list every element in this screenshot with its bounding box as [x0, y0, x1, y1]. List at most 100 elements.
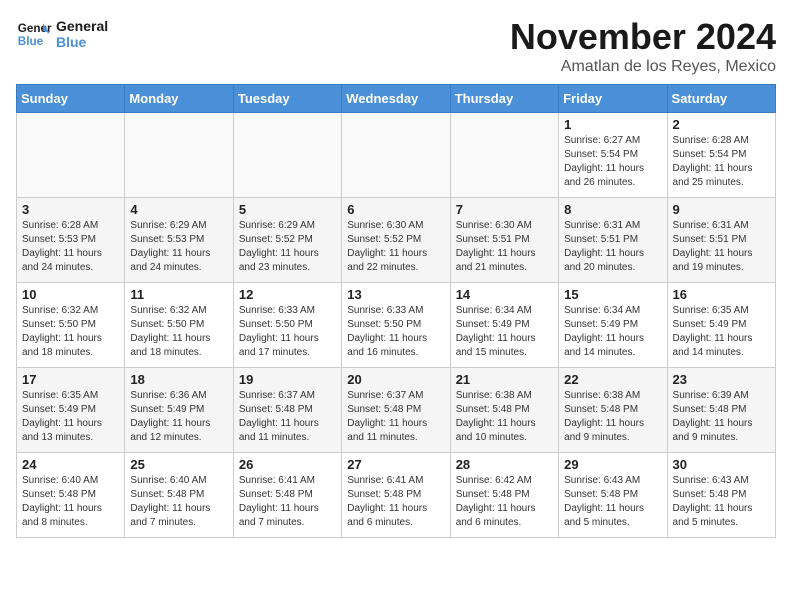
day-info: Sunrise: 6:35 AM Sunset: 5:49 PM Dayligh…: [673, 304, 770, 360]
calendar-day-cell: 21 Sunrise: 6:38 AM Sunset: 5:48 PM Dayli…: [450, 368, 558, 453]
day-number: 21: [456, 372, 553, 387]
day-info: Sunrise: 6:41 AM Sunset: 5:48 PM Dayligh…: [347, 474, 444, 530]
calendar-day-cell: 20 Sunrise: 6:37 AM Sunset: 5:48 PM Dayli…: [342, 368, 450, 453]
calendar-day-cell: 4 Sunrise: 6:29 AM Sunset: 5:53 PM Daylig…: [125, 198, 233, 283]
day-info: Sunrise: 6:27 AM Sunset: 5:54 PM Dayligh…: [564, 134, 661, 190]
day-number: 6: [347, 202, 444, 217]
logo-general: General: [56, 18, 108, 34]
calendar-day-cell: 5 Sunrise: 6:29 AM Sunset: 5:52 PM Daylig…: [233, 198, 341, 283]
day-of-week-header: Sunday: [17, 85, 125, 113]
calendar-day-cell: [17, 113, 125, 198]
day-number: 2: [673, 117, 770, 132]
day-info: Sunrise: 6:32 AM Sunset: 5:50 PM Dayligh…: [130, 304, 227, 360]
calendar-day-cell: 9 Sunrise: 6:31 AM Sunset: 5:51 PM Daylig…: [667, 198, 775, 283]
day-number: 16: [673, 287, 770, 302]
day-number: 13: [347, 287, 444, 302]
day-info: Sunrise: 6:41 AM Sunset: 5:48 PM Dayligh…: [239, 474, 336, 530]
day-info: Sunrise: 6:40 AM Sunset: 5:48 PM Dayligh…: [22, 474, 119, 530]
day-info: Sunrise: 6:35 AM Sunset: 5:49 PM Dayligh…: [22, 389, 119, 445]
calendar-day-cell: 16 Sunrise: 6:35 AM Sunset: 5:49 PM Dayli…: [667, 283, 775, 368]
day-info: Sunrise: 6:29 AM Sunset: 5:52 PM Dayligh…: [239, 219, 336, 275]
day-info: Sunrise: 6:34 AM Sunset: 5:49 PM Dayligh…: [456, 304, 553, 360]
day-number: 20: [347, 372, 444, 387]
day-of-week-header: Thursday: [450, 85, 558, 113]
day-number: 10: [22, 287, 119, 302]
calendar-day-cell: [450, 113, 558, 198]
calendar-table: SundayMondayTuesdayWednesdayThursdayFrid…: [16, 84, 776, 538]
day-number: 9: [673, 202, 770, 217]
calendar-day-cell: 25 Sunrise: 6:40 AM Sunset: 5:48 PM Dayli…: [125, 453, 233, 538]
calendar-day-cell: 28Sunrise: 6:42 AM Sunset: 5:48 PM Dayli…: [450, 453, 558, 538]
calendar-day-cell: [342, 113, 450, 198]
calendar-day-cell: 11 Sunrise: 6:32 AM Sunset: 5:50 PM Dayli…: [125, 283, 233, 368]
calendar-day-cell: 26 Sunrise: 6:41 AM Sunset: 5:48 PM Dayli…: [233, 453, 341, 538]
day-info: Sunrise: 6:38 AM Sunset: 5:48 PM Dayligh…: [456, 389, 553, 445]
day-number: 3: [22, 202, 119, 217]
day-info: Sunrise: 6:43 AM Sunset: 5:48 PM Dayligh…: [673, 474, 770, 530]
calendar-day-cell: 7 Sunrise: 6:30 AM Sunset: 5:51 PM Daylig…: [450, 198, 558, 283]
calendar-day-cell: 8 Sunrise: 6:31 AM Sunset: 5:51 PM Daylig…: [559, 198, 667, 283]
logo: General Blue General Blue: [16, 16, 108, 52]
calendar-day-cell: 14Sunrise: 6:34 AM Sunset: 5:49 PM Dayli…: [450, 283, 558, 368]
calendar-day-cell: 22 Sunrise: 6:38 AM Sunset: 5:48 PM Dayli…: [559, 368, 667, 453]
calendar-day-cell: 2 Sunrise: 6:28 AM Sunset: 5:54 PM Daylig…: [667, 113, 775, 198]
day-info: Sunrise: 6:29 AM Sunset: 5:53 PM Dayligh…: [130, 219, 227, 275]
calendar-week-row: 1Sunrise: 6:27 AM Sunset: 5:54 PM Daylig…: [17, 113, 776, 198]
calendar-day-cell: [125, 113, 233, 198]
day-info: Sunrise: 6:38 AM Sunset: 5:48 PM Dayligh…: [564, 389, 661, 445]
calendar-day-cell: 3Sunrise: 6:28 AM Sunset: 5:53 PM Daylig…: [17, 198, 125, 283]
calendar-day-cell: [233, 113, 341, 198]
calendar-day-cell: 15Sunrise: 6:34 AM Sunset: 5:49 PM Dayli…: [559, 283, 667, 368]
day-info: Sunrise: 6:37 AM Sunset: 5:48 PM Dayligh…: [347, 389, 444, 445]
month-title: November 2024: [510, 16, 776, 58]
day-of-week-header: Monday: [125, 85, 233, 113]
day-number: 12: [239, 287, 336, 302]
day-info: Sunrise: 6:40 AM Sunset: 5:48 PM Dayligh…: [130, 474, 227, 530]
location-subtitle: Amatlan de los Reyes, Mexico: [510, 58, 776, 76]
calendar-day-cell: 29Sunrise: 6:43 AM Sunset: 5:48 PM Dayli…: [559, 453, 667, 538]
day-info: Sunrise: 6:39 AM Sunset: 5:48 PM Dayligh…: [673, 389, 770, 445]
day-number: 11: [130, 287, 227, 302]
day-number: 25: [130, 457, 227, 472]
day-number: 4: [130, 202, 227, 217]
day-number: 27: [347, 457, 444, 472]
calendar-day-cell: 27 Sunrise: 6:41 AM Sunset: 5:48 PM Dayli…: [342, 453, 450, 538]
day-number: 23: [673, 372, 770, 387]
day-number: 18: [130, 372, 227, 387]
day-info: Sunrise: 6:34 AM Sunset: 5:49 PM Dayligh…: [564, 304, 661, 360]
calendar-day-cell: 19Sunrise: 6:37 AM Sunset: 5:48 PM Dayli…: [233, 368, 341, 453]
calendar-day-cell: 13Sunrise: 6:33 AM Sunset: 5:50 PM Dayli…: [342, 283, 450, 368]
calendar-day-cell: 23 Sunrise: 6:39 AM Sunset: 5:48 PM Dayli…: [667, 368, 775, 453]
day-of-week-header: Friday: [559, 85, 667, 113]
calendar-week-row: 10 Sunrise: 6:32 AM Sunset: 5:50 PM Dayli…: [17, 283, 776, 368]
svg-text:Blue: Blue: [18, 35, 44, 48]
day-info: Sunrise: 6:37 AM Sunset: 5:48 PM Dayligh…: [239, 389, 336, 445]
calendar-day-cell: 24 Sunrise: 6:40 AM Sunset: 5:48 PM Dayli…: [17, 453, 125, 538]
day-info: Sunrise: 6:28 AM Sunset: 5:54 PM Dayligh…: [673, 134, 770, 190]
day-of-week-header: Wednesday: [342, 85, 450, 113]
logo-blue: Blue: [56, 34, 108, 50]
day-of-week-header: Tuesday: [233, 85, 341, 113]
day-number: 24: [22, 457, 119, 472]
logo-icon: General Blue: [16, 16, 52, 52]
calendar-week-row: 3Sunrise: 6:28 AM Sunset: 5:53 PM Daylig…: [17, 198, 776, 283]
day-number: 22: [564, 372, 661, 387]
calendar-day-cell: 10Sunrise: 6:32 AM Sunset: 5:50 PM Dayli…: [17, 283, 125, 368]
calendar-header-row: SundayMondayTuesdayWednesdayThursdayFrid…: [17, 85, 776, 113]
day-info: Sunrise: 6:31 AM Sunset: 5:51 PM Dayligh…: [673, 219, 770, 275]
day-number: 17: [22, 372, 119, 387]
day-info: Sunrise: 6:31 AM Sunset: 5:51 PM Dayligh…: [564, 219, 661, 275]
day-info: Sunrise: 6:33 AM Sunset: 5:50 PM Dayligh…: [239, 304, 336, 360]
day-info: Sunrise: 6:43 AM Sunset: 5:48 PM Dayligh…: [564, 474, 661, 530]
calendar-day-cell: 6 Sunrise: 6:30 AM Sunset: 5:52 PM Daylig…: [342, 198, 450, 283]
day-info: Sunrise: 6:36 AM Sunset: 5:49 PM Dayligh…: [130, 389, 227, 445]
day-number: 7: [456, 202, 553, 217]
day-info: Sunrise: 6:30 AM Sunset: 5:52 PM Dayligh…: [347, 219, 444, 275]
day-number: 5: [239, 202, 336, 217]
day-number: 8: [564, 202, 661, 217]
day-number: 28: [456, 457, 553, 472]
calendar-day-cell: 30Sunrise: 6:43 AM Sunset: 5:48 PM Dayli…: [667, 453, 775, 538]
day-number: 26: [239, 457, 336, 472]
calendar-day-cell: 17 Sunrise: 6:35 AM Sunset: 5:49 PM Dayli…: [17, 368, 125, 453]
day-info: Sunrise: 6:30 AM Sunset: 5:51 PM Dayligh…: [456, 219, 553, 275]
